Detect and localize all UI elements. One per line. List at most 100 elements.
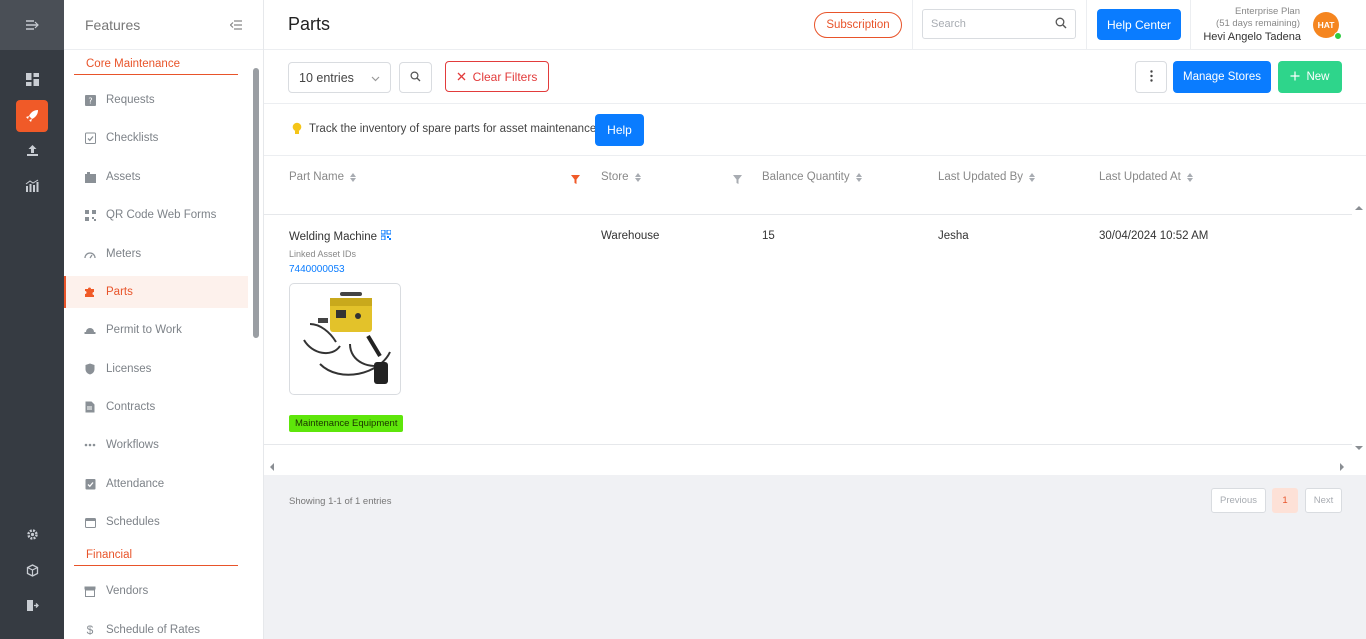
filter-icon[interactable] [733, 173, 742, 184]
top-bar: Parts Subscription Help Center Enterpris… [264, 0, 1366, 50]
plan-name: Enterprise Plan [1235, 6, 1300, 17]
sort-icon[interactable] [855, 172, 862, 182]
section-financial: Financial [74, 549, 238, 566]
sidebar-item-licenses[interactable]: Licenses [64, 353, 248, 385]
puzzle-icon [84, 286, 96, 298]
clear-filters-label: Clear Filters [472, 69, 538, 84]
kebab-menu-icon [1149, 69, 1153, 85]
previous-page-button[interactable]: Previous [1211, 488, 1266, 513]
cube-icon[interactable] [16, 554, 48, 586]
upload-icon[interactable] [16, 134, 48, 166]
sidebar-item-schedule-of-rates[interactable]: $ Schedule of Rates [64, 614, 248, 639]
info-banner: Track the inventory of spare parts for a… [264, 104, 1366, 156]
online-status-dot [1334, 32, 1342, 40]
column-last-updated-by[interactable]: Last Updated By [938, 171, 1036, 183]
linked-asset-label: Linked Asset IDs [289, 249, 357, 259]
entries-value: 10 entries [299, 70, 354, 85]
dollar-icon: $ [86, 623, 94, 637]
column-part-name[interactable]: Part Name [289, 171, 356, 183]
contract-icon [84, 401, 96, 413]
part-name-link[interactable]: Welding Machine [289, 231, 377, 243]
collapse-sidebar-icon[interactable] [229, 17, 242, 33]
meter-icon [84, 248, 96, 260]
sidebar-item-vendors[interactable]: Vendors [64, 575, 248, 607]
part-name-cell: Welding Machine [289, 229, 392, 243]
page-title: Parts [288, 14, 331, 34]
attendance-icon [84, 478, 96, 490]
chevron-down-icon [371, 71, 380, 85]
svg-text:?: ? [88, 96, 92, 105]
close-icon [457, 70, 466, 84]
search-input[interactable] [931, 18, 1041, 30]
part-image[interactable] [289, 283, 401, 395]
sort-icon[interactable] [1029, 172, 1036, 182]
linked-asset-id-link[interactable]: 7440000053 [289, 264, 345, 275]
dashboard-icon[interactable] [16, 63, 48, 95]
category-tag: Maintenance Equipment [289, 415, 404, 432]
assets-icon [84, 171, 96, 183]
sidebar-item-contracts[interactable]: Contracts [64, 391, 248, 423]
sidebar-item-schedules[interactable]: Schedules [64, 506, 248, 538]
settings-gear-icon[interactable] [16, 518, 48, 550]
checklist-icon [84, 132, 96, 144]
divider [912, 0, 913, 50]
sidebar-item-permit-to-work[interactable]: Permit to Work [64, 314, 248, 346]
more-options-button[interactable] [1135, 61, 1167, 93]
new-label: New [1306, 71, 1330, 83]
search-field[interactable] [922, 9, 1076, 39]
sidebar-item-parts[interactable]: Parts [64, 276, 248, 308]
help-center-button[interactable]: Help Center [1097, 9, 1181, 40]
sort-icon[interactable] [1186, 172, 1193, 182]
help-button[interactable]: Help [595, 114, 644, 146]
hard-hat-icon [84, 324, 96, 336]
column-last-updated-at[interactable]: Last Updated At [1099, 171, 1193, 183]
qr-code-icon[interactable] [380, 229, 392, 243]
table-vertical-scrollbar[interactable] [1352, 200, 1366, 460]
shield-icon [84, 363, 96, 375]
table-search-button[interactable] [399, 62, 432, 93]
last-updated-at-cell: 30/04/2024 10:52 AM [1099, 230, 1209, 242]
user-name: Hevi Angelo Tadena [1203, 31, 1301, 43]
divider [1190, 0, 1191, 50]
sidebar-item-requests[interactable]: ? Requests [64, 84, 248, 116]
search-icon[interactable] [1055, 17, 1067, 32]
table-row[interactable]: Welding Machine Linked Asset IDs 7440000… [264, 215, 1352, 445]
entries-summary: Showing 1-1 of 1 entries [289, 496, 392, 507]
sidebar-item-checklists[interactable]: Checklists [64, 122, 248, 154]
table-horizontal-scrollbar[interactable] [264, 460, 1352, 474]
dots-icon [84, 439, 96, 451]
parts-toolbar: 10 entries Clear Filters Manage Stores N… [264, 50, 1366, 104]
sidebar-title: Features [85, 16, 141, 33]
sidebar-header: Features [64, 0, 263, 50]
section-core-maintenance: Core Maintenance [74, 58, 238, 75]
next-page-button[interactable]: Next [1305, 488, 1342, 513]
analytics-icon[interactable] [16, 169, 48, 201]
last-updated-by-cell: Jesha [938, 230, 969, 242]
divider [1086, 0, 1087, 50]
sort-icon[interactable] [349, 172, 356, 182]
info-text: Track the inventory of spare parts for a… [309, 123, 597, 135]
sidebar-item-workflows[interactable]: Workflows [64, 429, 248, 461]
column-store[interactable]: Store [601, 171, 641, 183]
page-1-button[interactable]: 1 [1272, 488, 1298, 513]
filter-active-icon[interactable] [571, 173, 580, 184]
sidebar-scroll-thumb[interactable] [253, 68, 259, 338]
clear-filters-button[interactable]: Clear Filters [445, 61, 549, 92]
logout-icon[interactable] [16, 589, 48, 621]
entries-select[interactable]: 10 entries [288, 62, 391, 93]
subscription-button[interactable]: Subscription [814, 12, 902, 38]
plan-info: Enterprise Plan (51 days remaining) [1216, 6, 1300, 30]
balance-quantity-cell: 15 [762, 230, 775, 242]
sidebar-item-attendance[interactable]: Attendance [64, 468, 248, 500]
sort-icon[interactable] [634, 172, 641, 182]
column-balance-quantity[interactable]: Balance Quantity [762, 171, 862, 183]
sidebar-item-assets[interactable]: Assets [64, 161, 248, 193]
qr-code-icon [84, 209, 96, 221]
manage-stores-button[interactable]: Manage Stores [1173, 61, 1271, 93]
collapse-menu-icon[interactable] [0, 0, 64, 50]
new-part-button[interactable]: New [1278, 61, 1342, 93]
icon-rail [0, 0, 64, 639]
rocket-icon[interactable] [16, 100, 48, 132]
sidebar-item-meters[interactable]: Meters [64, 238, 248, 270]
sidebar-item-qr-code-web-forms[interactable]: QR Code Web Forms [64, 199, 248, 231]
